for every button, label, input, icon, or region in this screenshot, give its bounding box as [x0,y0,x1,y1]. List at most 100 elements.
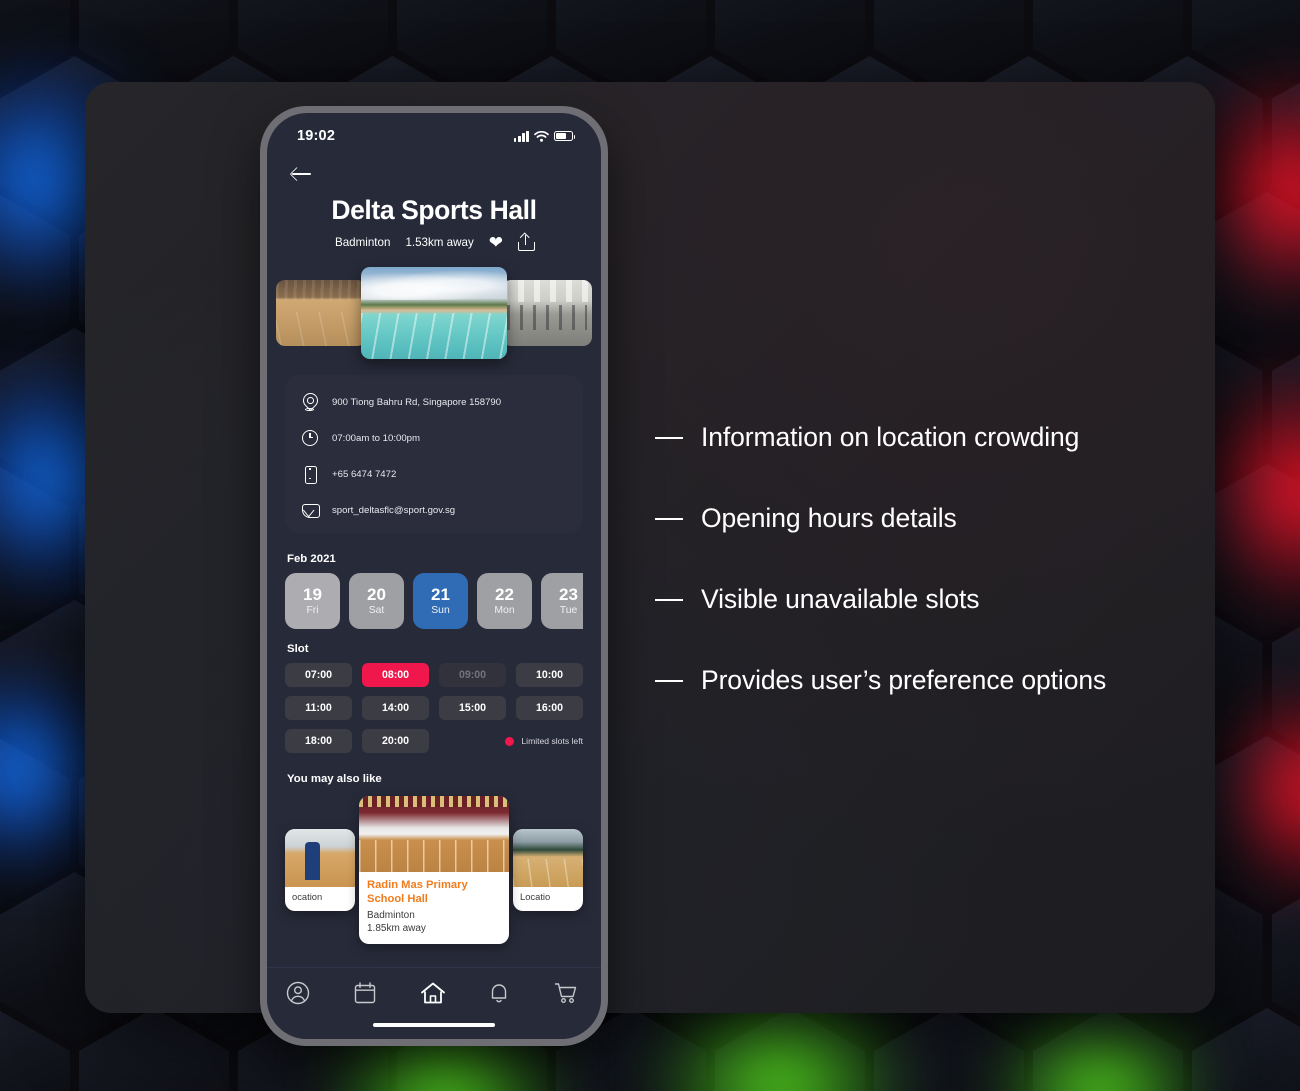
gym-photo[interactable] [502,280,592,346]
wifi-icon [534,130,549,142]
annotation-item: Visible unavailable slots [655,582,1125,617]
date-selector[interactable]: 19 Fri 20 Sat 21 Sun 22 Mon 23 Tue [285,573,583,629]
date-number: 22 [495,584,514,604]
month-label: Feb 2021 [287,553,336,565]
date-day: Tue [559,605,578,617]
recommendation-photo [285,829,355,887]
cart-icon [554,983,576,1003]
recommendation-card-left[interactable]: ocation [285,829,355,911]
annotation-text: Visible unavailable slots [701,583,980,614]
slot-0900-unavailable: 09:00 [439,663,506,687]
recommendation-sport: Badminton [367,910,415,921]
location-pin-icon [301,393,319,411]
date-day: Sat [368,605,385,617]
nav-profile[interactable] [285,980,315,1008]
date-number: 23 [559,584,578,604]
phone-screen: 19:02 Delta Sports Hall Badminton 1.53km… [267,113,601,1039]
venue-info-card: 900 Tiong Bahru Rd, Singapore 158790 07:… [285,375,583,533]
sports-hall-photo[interactable] [276,280,366,346]
slot-1600[interactable]: 16:00 [516,696,583,720]
page-title: Delta Sports Hall [331,195,537,225]
calendar-icon [354,982,376,1004]
slot-heading: Slot [287,643,309,655]
nav-cart[interactable] [553,980,583,1008]
envelope-icon [301,501,320,519]
swimming-pool-photo[interactable] [361,267,507,359]
nav-notifications[interactable] [486,980,516,1008]
bottom-navigation [267,967,601,1039]
recommendation-partial-label: Locatio [520,891,551,902]
annotation-item: Opening hours details [655,501,1125,536]
annotation-item: Provides user’s preference options [655,663,1125,698]
date-chip-20[interactable]: 20 Sat [349,573,404,629]
photo-carousel[interactable] [267,265,601,361]
recommendation-card-center[interactable]: Radin Mas Primary School Hall Badminton … [359,796,509,944]
email-text: sport_deltasflc@sport.gov.sg [332,504,456,516]
slot-1000[interactable]: 10:00 [516,663,583,687]
annotation-text: Provides user’s preference options [701,664,1107,695]
signal-bars-icon [513,130,529,142]
slot-1400[interactable]: 14:00 [362,696,429,720]
recommendation-photo [513,829,583,887]
nav-calendar[interactable] [352,980,382,1008]
info-row-email: sport_deltasflc@sport.gov.sg [301,501,567,519]
share-icon[interactable] [518,234,535,251]
recommendation-carousel[interactable]: ocation Radin Mas Primary School Hall Ba… [267,794,601,946]
slot-grid: 07:00 08:00 09:00 10:00 11:00 14:00 15:0… [285,663,583,753]
date-day: Mon [494,605,515,617]
limited-slot-dot-icon [505,736,515,746]
date-number: 19 [303,584,322,604]
slot-0700[interactable]: 07:00 [285,663,352,687]
info-row-phone: +65 6474 7472 [301,465,567,485]
phone-icon [301,465,319,485]
slot-1800[interactable]: 18:00 [285,729,352,753]
date-number: 21 [431,584,450,604]
date-chip-23[interactable]: 23 Tue [541,573,583,629]
legend-label: Limited slots left [521,736,583,746]
dash-icon [655,437,683,439]
venue-meta: Badminton 1.53km away ❤ [267,234,601,251]
nav-home[interactable] [419,980,449,1008]
dash-icon [655,679,683,682]
address-text: 900 Tiong Bahru Rd, Singapore 158790 [332,396,502,408]
venue-distance: 1.53km away [405,236,474,249]
date-day: Fri [306,605,319,617]
bell-icon [491,984,506,1003]
opening-hours-text: 07:00am to 10:00pm [332,432,421,444]
heart-icon[interactable]: ❤ [489,234,503,251]
home-icon [421,982,445,1004]
info-row-hours: 07:00am to 10:00pm [301,429,567,447]
annotation-list: Information on location crowding Opening… [655,420,1125,698]
slot-2000[interactable]: 20:00 [362,729,429,753]
recommendation-partial-label: ocation [292,891,323,902]
date-chip-19[interactable]: 19 Fri [285,573,340,629]
slot-0800-limited[interactable]: 08:00 [362,663,429,687]
slot-legend: Limited slots left [439,729,583,753]
phone-text: +65 6474 7472 [332,468,397,480]
recommendation-distance: 1.85km away [367,923,426,934]
slot-1500[interactable]: 15:00 [439,696,506,720]
profile-icon [287,981,310,1005]
dash-icon [655,598,683,601]
info-row-address: 900 Tiong Bahru Rd, Singapore 158790 [301,393,567,411]
date-chip-21-selected[interactable]: 21 Sun [413,573,468,629]
date-chip-22[interactable]: 22 Mon [477,573,532,629]
back-arrow-icon[interactable] [292,165,314,183]
clock-icon [301,429,319,447]
recommendation-photo [359,796,509,872]
slot-1100[interactable]: 11:00 [285,696,352,720]
recommendation-name: Radin Mas Primary School Hall [367,879,468,905]
status-time: 19:02 [297,128,336,144]
annotation-item: Information on location crowding [655,420,1125,455]
also-like-heading: You may also like [287,773,382,785]
battery-icon [554,130,576,142]
date-day: Sun [431,605,450,617]
venue-sport: Badminton [335,236,391,249]
annotation-text: Opening hours details [701,502,957,533]
annotation-text: Information on location crowding [701,422,1080,452]
recommendation-card-right[interactable]: Locatio [513,829,583,911]
phone-mockup: 19:02 Delta Sports Hall Badminton 1.53km… [260,106,608,1046]
home-indicator [373,1022,495,1027]
status-bar: 19:02 [267,113,601,153]
dash-icon [655,517,683,520]
